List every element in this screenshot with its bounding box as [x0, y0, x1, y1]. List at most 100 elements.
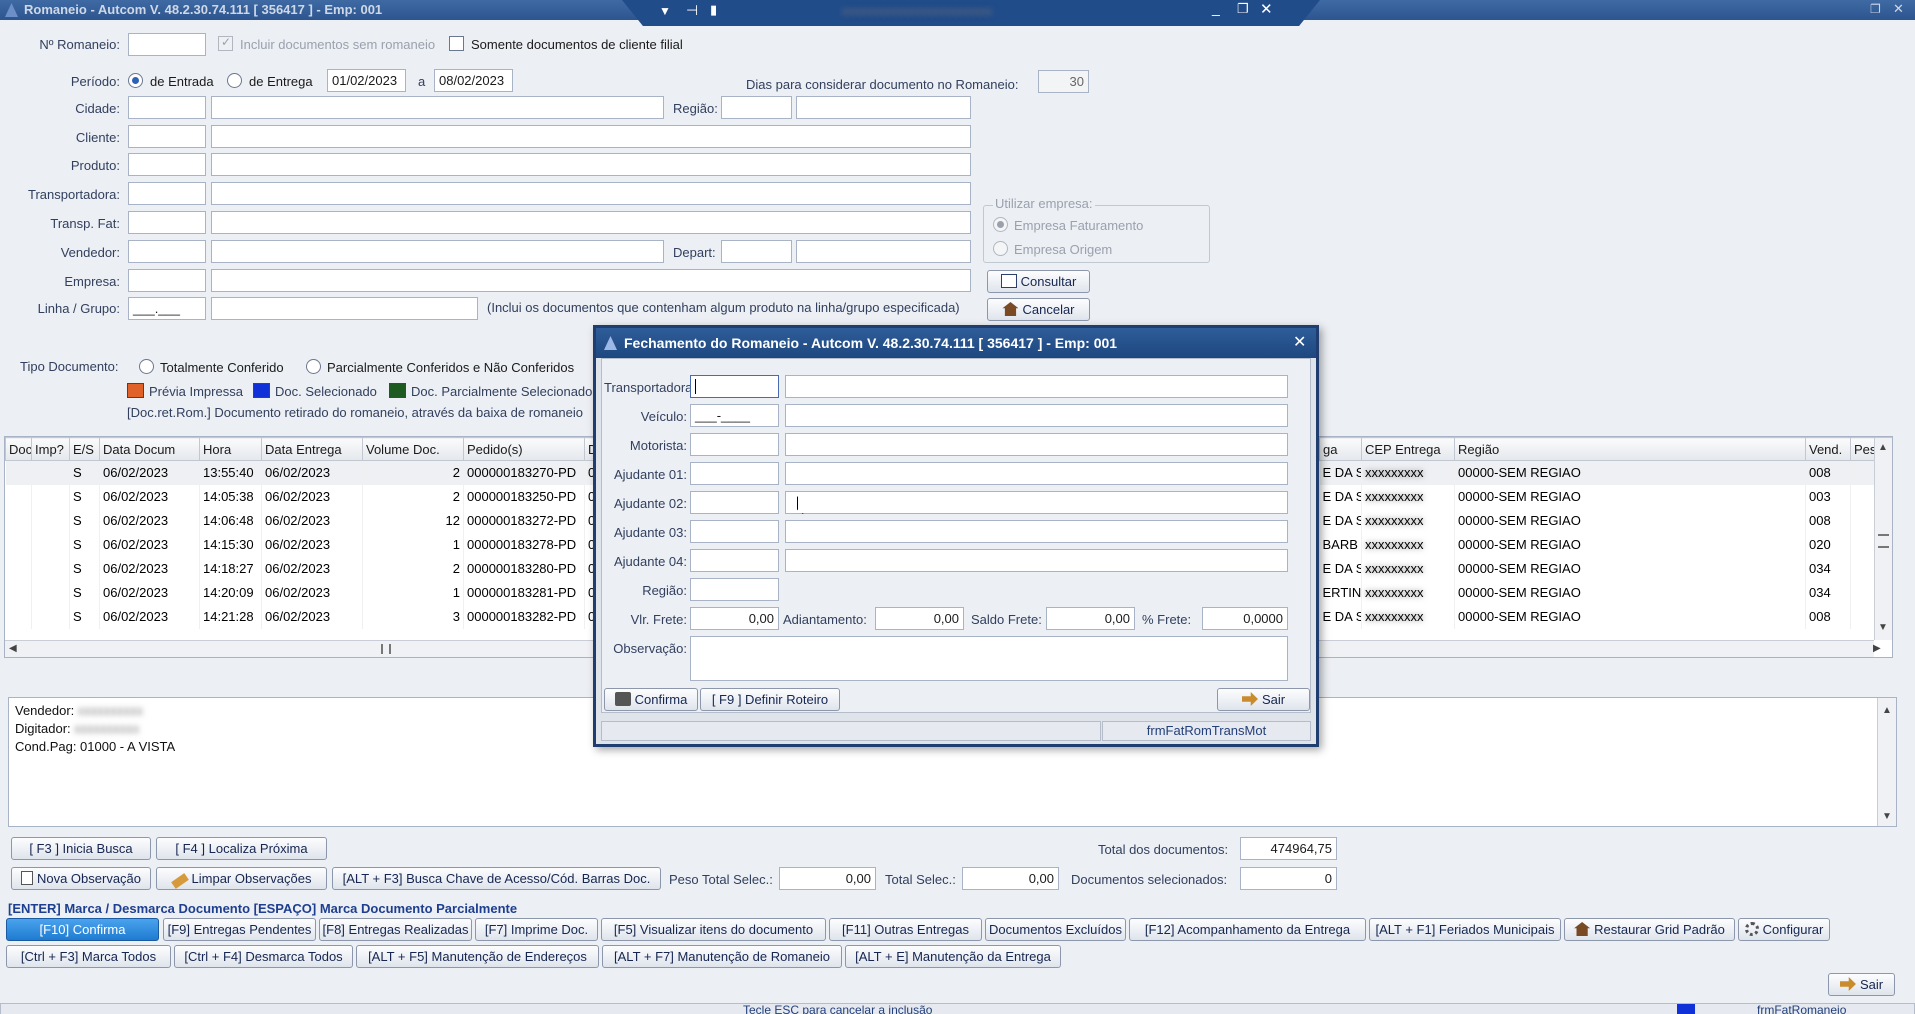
alt-f7-manutencao-romaneio-button[interactable]: [ALT + F7] Manutenção de Romaneio — [602, 945, 842, 968]
cliente-code-input[interactable] — [128, 125, 206, 148]
alt-e-manutencao-entrega-button[interactable]: [ALT + E] Manutenção da Entrega — [845, 945, 1061, 968]
dlg-ajudante4-name-input[interactable] — [785, 549, 1288, 572]
column-header[interactable]: Doc — [5, 437, 32, 461]
scroll-left-icon[interactable]: ◀ — [9, 643, 17, 654]
transportadora-code-input[interactable] — [128, 182, 206, 205]
column-header[interactable]: Imp? — [31, 437, 70, 461]
memo-scroll-down-icon[interactable]: ▼ — [1882, 808, 1892, 826]
transportadora-name-input[interactable] — [211, 182, 971, 205]
depart-name-input[interactable] — [796, 240, 971, 263]
regiao-code-input[interactable] — [721, 96, 792, 119]
memo-scrollbar[interactable]: ▲ ▼ — [1877, 698, 1896, 826]
pin-icon[interactable]: ⊣ — [686, 2, 698, 19]
f7-imprime-doc-button[interactable]: [F7] Imprime Doc. — [475, 918, 598, 941]
table-row[interactable]: E DA Sxxxxxxxxx 00000-SEM REGIAO 008 — [1319, 508, 1892, 533]
somente-checkbox[interactable] — [449, 36, 464, 51]
empresa-orig-radio[interactable] — [993, 241, 1008, 256]
incluir-checkbox[interactable]: ✓ — [218, 35, 233, 51]
consultar-button[interactable]: Consultar — [987, 270, 1090, 293]
close-icon[interactable]: ✕ — [1260, 0, 1273, 18]
cidade-code-input[interactable] — [128, 96, 206, 119]
column-header[interactable]: Vend. — [1805, 437, 1851, 461]
column-header[interactable]: Data Docum — [99, 437, 200, 461]
dropdown-icon[interactable]: ▼ — [659, 4, 671, 18]
empresa-name-input[interactable] — [211, 269, 971, 292]
depart-code-input[interactable] — [721, 240, 792, 263]
table-row[interactable]: E DA Sxxxxxxxxx 00000-SEM REGIAO 008 — [1319, 460, 1892, 485]
dlg-ajudante2-name-input[interactable] — [785, 491, 1288, 514]
inicia-busca-button[interactable]: [ F3 ] Inicia Busca — [11, 837, 151, 860]
table-row[interactable]: S 06/02/2023 14:05:38 06/02/2023 2 0000001832… — [5, 484, 594, 509]
minimize-icon[interactable]: _ — [1212, 0, 1220, 16]
dlg-definir-roteiro-button[interactable]: [ F9 ] Definir Roteiro — [700, 688, 840, 711]
dlg-ajudante1-code-input[interactable] — [690, 462, 779, 485]
hscroll-thumb[interactable] — [381, 644, 391, 654]
table-row[interactable]: E DA Sxxxxxxxxx 00000-SEM REGIAO 003 — [1319, 484, 1892, 509]
transp-fat-code-input[interactable] — [128, 211, 206, 234]
f5-visualizar-itens-button[interactable]: [F5] Visualizar itens do documento — [601, 918, 826, 941]
scroll-up-icon[interactable]: ▲ — [1878, 442, 1888, 453]
window-restore-icon[interactable]: ❐ — [1870, 2, 1881, 16]
regiao-name-input[interactable] — [796, 96, 971, 119]
column-header[interactable]: Data Entrega — [261, 437, 363, 461]
localiza-proxima-button[interactable]: [ F4 ] Localiza Próxima — [156, 837, 327, 860]
produto-code-input[interactable] — [128, 153, 206, 176]
linha-code-input[interactable]: ___.___ — [128, 297, 206, 320]
column-header[interactable]: Região — [1454, 437, 1806, 461]
parcial-radio[interactable] — [306, 359, 321, 374]
empresa-fat-radio[interactable] — [993, 217, 1008, 232]
dlg-pct-frete-input[interactable]: 0,0000 — [1202, 607, 1288, 630]
date-to-input[interactable]: 08/02/2023 — [434, 69, 513, 92]
table-row[interactable]: S 06/02/2023 14:15:30 06/02/2023 1 0000001832… — [5, 532, 594, 557]
column-header[interactable]: Volume Doc. — [362, 437, 464, 461]
table-row[interactable]: S 06/02/2023 13:55:40 06/02/2023 2 0000001832… — [5, 460, 594, 485]
dlg-ajudante3-name-input[interactable] — [785, 520, 1288, 543]
dlg-ajudante2-code-input[interactable] — [690, 491, 779, 514]
dlg-ajudante3-code-input[interactable] — [690, 520, 779, 543]
alt-f1-feriados-button[interactable]: [ALT + F1] Feriados Municipais — [1369, 918, 1561, 941]
dlg-vlr-frete-input[interactable]: 0,00 — [690, 607, 779, 630]
table-row[interactable]: BARB xxxxxxxxx 00000-SEM REGIAO 020 — [1319, 532, 1892, 557]
busca-chave-button[interactable]: [ALT + F3] Busca Chave de Acesso/Cód. Ba… — [332, 867, 661, 890]
dlg-ajudante1-name-input[interactable] — [785, 462, 1288, 485]
dlg-motorista-code-input[interactable] — [690, 433, 779, 456]
restaurar-grid-button[interactable]: Restaurar Grid Padrão — [1564, 918, 1735, 941]
dialog-close-icon[interactable]: ✕ — [1293, 328, 1306, 358]
entrada-radio[interactable] — [128, 73, 143, 88]
romaneio-input[interactable] — [128, 33, 206, 56]
column-header[interactable]: E/S — [69, 437, 100, 461]
totalmente-radio[interactable] — [139, 359, 154, 374]
table-row[interactable]: S 06/02/2023 14:06:48 06/02/2023 12 000000183… — [5, 508, 594, 533]
cidade-name-input[interactable] — [211, 96, 664, 119]
dias-input[interactable]: 30 — [1038, 70, 1089, 93]
table-row[interactable]: S 06/02/2023 14:20:09 06/02/2023 1 0000001832… — [5, 580, 594, 605]
vendedor-name-input[interactable] — [211, 240, 664, 263]
table-row[interactable]: ERTIN xxxxxxxxx 00000-SEM REGIAO 034 — [1319, 580, 1892, 605]
dlg-sair-button[interactable]: Sair — [1217, 688, 1310, 711]
scroll-right-icon[interactable]: ▶ — [1873, 643, 1881, 654]
f11-outras-entregas-button[interactable]: [F11] Outras Entregas — [829, 918, 982, 941]
linha-name-input[interactable] — [211, 297, 478, 320]
table-row[interactable]: S 06/02/2023 14:21:28 06/02/2023 3 0000001832… — [5, 604, 594, 629]
documentos-excluidos-button[interactable]: Documentos Excluídos — [985, 918, 1126, 941]
dlg-adiantamento-input[interactable]: 0,00 — [875, 607, 964, 630]
grid-vertical-scrollbar[interactable]: ▲ ▼ — [1874, 438, 1892, 640]
vendedor-code-input[interactable] — [128, 240, 206, 263]
dlg-saldo-frete-input[interactable]: 0,00 — [1046, 607, 1135, 630]
dlg-transportadora-name-input[interactable] — [785, 375, 1288, 398]
transp-fat-name-input[interactable] — [211, 211, 971, 234]
dlg-transportadora-code-input[interactable] — [690, 375, 779, 398]
sair-main-button[interactable]: Sair — [1828, 973, 1895, 996]
table-row[interactable]: E DA Sxxxxxxxxx 00000-SEM REGIAO 034 — [1319, 556, 1892, 581]
column-header[interactable]: Hora — [199, 437, 262, 461]
dlg-observacao-textarea[interactable] — [690, 636, 1288, 681]
memo-scroll-up-icon[interactable]: ▲ — [1882, 702, 1892, 720]
table-row[interactable]: S 06/02/2023 14:18:27 06/02/2023 2 0000001832… — [5, 556, 594, 581]
column-header[interactable]: CEP Entrega — [1361, 437, 1455, 461]
empresa-code-input[interactable] — [128, 269, 206, 292]
nova-observacao-button[interactable]: Nova Observação — [11, 867, 151, 890]
date-from-input[interactable]: 01/02/2023 — [327, 69, 406, 92]
limpar-observacoes-button[interactable]: Limpar Observações — [156, 867, 327, 890]
dlg-motorista-name-input[interactable] — [785, 433, 1288, 456]
column-header[interactable]: Pedido(s) — [463, 437, 585, 461]
